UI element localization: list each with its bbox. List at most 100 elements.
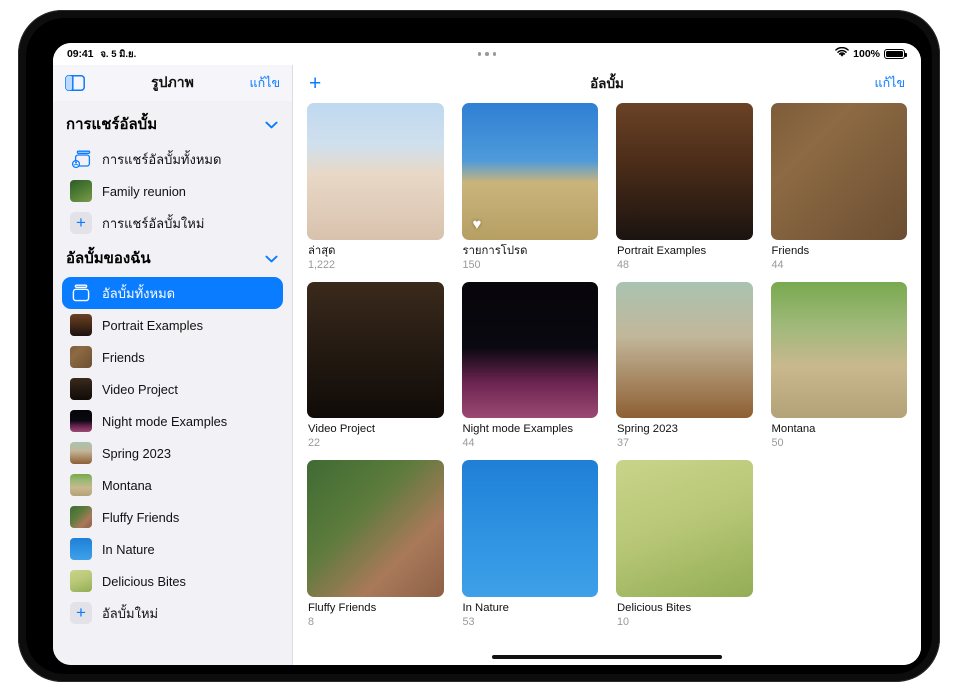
main-toolbar: + อัลบั้ม แก้ไข <box>293 65 921 101</box>
sidebar-item-spring-2023[interactable]: Spring 2023 <box>62 437 283 469</box>
album-thumbnail <box>70 474 92 496</box>
sidebar-item-label: อัลบั้มใหม่ <box>102 603 158 624</box>
album-cover-thumbnail[interactable] <box>616 282 753 419</box>
album-cover-thumbnail[interactable] <box>307 103 444 240</box>
album-cover-thumbnail[interactable] <box>771 282 908 419</box>
sidebar-item-portrait-examples[interactable]: Portrait Examples <box>62 309 283 341</box>
albums-stack-icon <box>70 282 92 304</box>
status-time: 09:41 <box>67 48 93 60</box>
sidebar-item-label: Night mode Examples <box>102 414 227 429</box>
album-caption: Fluffy Friends8 <box>307 597 444 629</box>
status-bar: 09:41 จ. 5 มิ.ย. <box>53 43 921 65</box>
ipad-screen: 09:41 จ. 5 มิ.ย. <box>53 43 921 665</box>
multitasking-dots-icon[interactable] <box>53 43 921 65</box>
sidebar-item-in-nature[interactable]: In Nature <box>62 533 283 565</box>
album-cell[interactable]: ล่าสุด1,222 <box>307 103 444 272</box>
album-cover-thumbnail[interactable] <box>462 460 599 597</box>
album-name: Spring 2023 <box>617 422 752 436</box>
album-cell[interactable]: Portrait Examples48 <box>616 103 753 272</box>
sidebar-section-header[interactable]: อัลบั้มของฉัน <box>53 239 292 277</box>
add-album-button[interactable]: + <box>309 73 321 94</box>
sidebar-item-friends[interactable]: Friends <box>62 341 283 373</box>
sidebar-item-video-project[interactable]: Video Project <box>62 373 283 405</box>
album-thumbnail <box>70 410 92 432</box>
chevron-down-icon[interactable] <box>265 118 278 131</box>
album-cell[interactable]: Delicious Bites10 <box>616 460 753 629</box>
album-name: Portrait Examples <box>617 244 752 258</box>
sidebar-section-title: อัลบั้มของฉัน <box>66 246 151 270</box>
sidebar-section-title: การแชร์อัลบั้ม <box>66 112 157 136</box>
album-cell[interactable]: Montana50 <box>771 282 908 451</box>
shared-albums-icon <box>70 148 92 170</box>
album-count: 10 <box>617 615 752 629</box>
album-name: รายการโปรด <box>463 244 598 258</box>
album-caption: Friends44 <box>771 240 908 272</box>
album-cover-thumbnail[interactable] <box>462 282 599 419</box>
album-cell[interactable]: Video Project22 <box>307 282 444 451</box>
album-thumbnail <box>70 538 92 560</box>
albums-grid: ล่าสุด1,222 ♥ รายการโปรด150 Portrait Exampl… <box>293 101 921 649</box>
album-thumbnail <box>70 314 92 336</box>
album-name: In Nature <box>463 601 598 615</box>
album-count: 44 <box>772 258 907 272</box>
sidebar-item-การแชร์อัลบั้มทั้งหมด[interactable]: การแชร์อัลบั้มทั้งหมด <box>62 143 283 175</box>
battery-percent: 100% <box>853 48 880 60</box>
album-cover-thumbnail[interactable] <box>616 460 753 597</box>
album-count: 48 <box>617 258 752 272</box>
album-cell[interactable]: In Nature53 <box>462 460 599 629</box>
album-caption: Night mode Examples44 <box>462 418 599 450</box>
album-caption: รายการโปรด150 <box>462 240 599 272</box>
sidebar-toggle-icon[interactable] <box>65 75 85 91</box>
sidebar-item-อัลบั้มทั้งหมด[interactable]: อัลบั้มทั้งหมด <box>62 277 283 309</box>
status-bar-left: 09:41 จ. 5 มิ.ย. <box>67 47 136 62</box>
album-thumbnail <box>70 180 92 202</box>
album-count: 50 <box>772 436 907 450</box>
album-cell[interactable]: Friends44 <box>771 103 908 272</box>
album-cell[interactable]: ♥ รายการโปรด150 <box>462 103 599 272</box>
sidebar-item-label: Video Project <box>102 382 178 397</box>
sidebar-item-delicious-bites[interactable]: Delicious Bites <box>62 565 283 597</box>
album-caption: Montana50 <box>771 418 908 450</box>
sidebar-item-family-reunion[interactable]: Family reunion <box>62 175 283 207</box>
album-name: ล่าสุด <box>308 244 443 258</box>
sidebar-section-header[interactable]: การแชร์อัลบั้ม <box>53 105 292 143</box>
album-thumbnail <box>70 506 92 528</box>
album-cover-thumbnail[interactable] <box>307 460 444 597</box>
album-count: 1,222 <box>308 258 443 272</box>
album-cell[interactable]: Fluffy Friends8 <box>307 460 444 629</box>
album-cover-thumbnail[interactable] <box>616 103 753 240</box>
sidebar-item-label: Delicious Bites <box>102 574 186 589</box>
album-cell[interactable]: Spring 202337 <box>616 282 753 451</box>
album-cover-thumbnail[interactable] <box>307 282 444 419</box>
plus-icon: + <box>70 602 92 624</box>
main-edit-button[interactable]: แก้ไข <box>875 73 905 93</box>
album-cell[interactable]: Night mode Examples44 <box>462 282 599 451</box>
album-caption: In Nature53 <box>462 597 599 629</box>
wifi-icon <box>835 47 849 61</box>
sidebar-item-label: Fluffy Friends <box>102 510 179 525</box>
sidebar-item-label: การแชร์อัลบั้มใหม่ <box>102 213 204 234</box>
sidebar-item-montana[interactable]: Montana <box>62 469 283 501</box>
sidebar-item-label: Montana <box>102 478 152 493</box>
album-cover-thumbnail[interactable]: ♥ <box>462 103 599 240</box>
chevron-down-icon[interactable] <box>265 252 278 265</box>
album-thumbnail <box>70 570 92 592</box>
sidebar-item-การแชร์อัลบั้มใหม่[interactable]: +การแชร์อัลบั้มใหม่ <box>62 207 283 239</box>
sidebar-edit-button[interactable]: แก้ไข <box>250 73 280 93</box>
sidebar-item-night-mode-examples[interactable]: Night mode Examples <box>62 405 283 437</box>
album-count: 37 <box>617 436 752 450</box>
status-bar-right: 100% <box>835 47 905 61</box>
app-body: รูปภาพ แก้ไข การแชร์อัลบั้มการแชร์อัลบั้… <box>53 65 921 665</box>
sidebar-item-label: Friends <box>102 350 145 365</box>
album-cover-thumbnail[interactable] <box>771 103 908 240</box>
heart-icon: ♥ <box>469 216 486 233</box>
sidebar-list[interactable]: การแชร์อัลบั้มการแชร์อัลบั้มทั้งหมด Famil… <box>53 101 292 665</box>
album-count: 53 <box>463 615 598 629</box>
status-date: จ. 5 มิ.ย. <box>100 47 136 62</box>
sidebar-item-fluffy-friends[interactable]: Fluffy Friends <box>62 501 283 533</box>
album-caption: Video Project22 <box>307 418 444 450</box>
sidebar-item-label: Family reunion <box>102 184 186 199</box>
sidebar-item-อัลบั้มใหม่[interactable]: + อัลบั้มใหม่ <box>62 597 283 629</box>
sidebar-toolbar: รูปภาพ แก้ไข <box>53 65 292 101</box>
album-name: Night mode Examples <box>463 422 598 436</box>
